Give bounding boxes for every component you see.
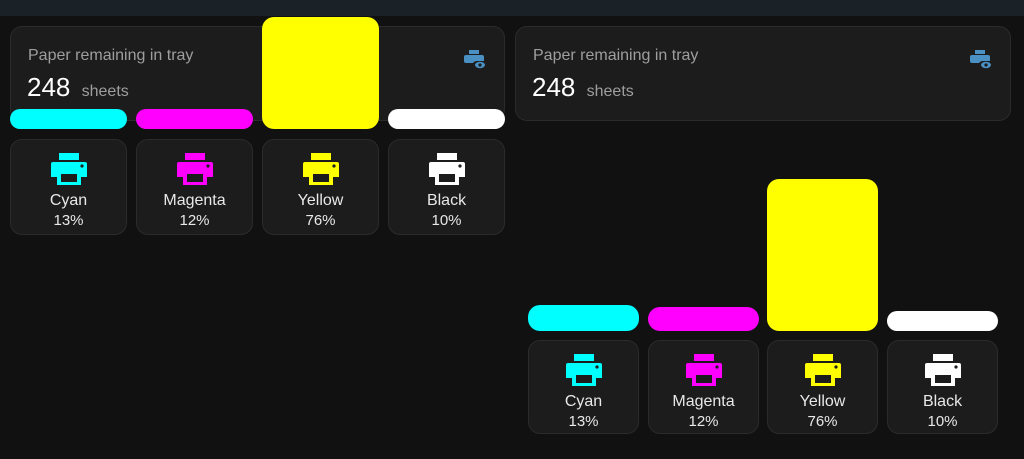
paper-count: 248 (27, 72, 71, 102)
paper-card-1[interactable]: Paper remaining in tray 248 sheets (10, 26, 505, 121)
paper-unit: sheets (586, 83, 634, 100)
ink-level-bar-black (388, 109, 505, 129)
ink-name: Yellow (799, 393, 846, 410)
ink-card-magenta[interactable]: Magenta 12% (136, 139, 253, 235)
ink-level-bar-cyan (10, 109, 127, 129)
ink-card-yellow[interactable]: Yellow 76% (767, 340, 878, 434)
ink-percent: 12% (179, 212, 210, 229)
ink-name: Cyan (49, 192, 88, 209)
printer-icon (50, 153, 87, 185)
ink-level-bar-magenta (648, 307, 759, 331)
printer-icon (685, 354, 722, 386)
ink-percent: 76% (305, 212, 336, 229)
printer-icon (565, 354, 602, 386)
ink-name: Magenta (672, 393, 735, 410)
top-app-bar (0, 0, 1024, 16)
printer-icon (302, 153, 339, 185)
paper-count: 248 (532, 72, 576, 102)
ink-name: Magenta (163, 192, 226, 209)
ink-percent: 13% (568, 413, 599, 430)
paper-value: 248 sheets (532, 72, 634, 103)
ink-percent: 10% (927, 413, 958, 430)
ink-percent: 76% (807, 413, 838, 430)
ink-name: Yellow (297, 192, 344, 209)
ink-name: Black (426, 192, 467, 209)
ink-card-cyan[interactable]: Cyan 13% (10, 139, 127, 235)
printer-icon (924, 354, 961, 386)
ink-percent: 12% (688, 413, 719, 430)
ink-card-black[interactable]: Black 10% (887, 340, 998, 434)
printer-eye-icon[interactable] (462, 47, 486, 71)
ink-card-cyan[interactable]: Cyan 13% (528, 340, 639, 434)
ink-level-bar-cyan (528, 305, 639, 331)
ink-level-bar-black (887, 311, 998, 331)
paper-label: Paper remaining in tray (533, 47, 699, 64)
ink-percent: 10% (431, 212, 462, 229)
ink-percent: 13% (53, 212, 84, 229)
printer-icon (428, 153, 465, 185)
ink-name: Black (922, 393, 963, 410)
ink-card-black[interactable]: Black 10% (388, 139, 505, 235)
paper-value: 248 sheets (27, 72, 129, 103)
printer-icon (804, 354, 841, 386)
paper-card-2[interactable]: Paper remaining in tray 248 sheets (515, 26, 1011, 121)
paper-unit: sheets (81, 83, 129, 100)
paper-label: Paper remaining in tray (28, 47, 194, 64)
printer-icon (176, 153, 213, 185)
ink-name: Cyan (564, 393, 603, 410)
ink-level-bar-yellow (262, 17, 379, 129)
printer-eye-icon[interactable] (968, 47, 992, 71)
ink-level-bar-yellow (767, 179, 878, 331)
ink-card-magenta[interactable]: Magenta 12% (648, 340, 759, 434)
ink-level-bar-magenta (136, 109, 253, 129)
ink-card-yellow[interactable]: Yellow 76% (262, 139, 379, 235)
